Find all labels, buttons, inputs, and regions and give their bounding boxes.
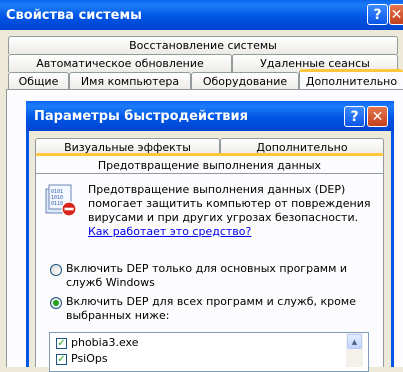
dialog-close-button[interactable]: ✕ xyxy=(367,106,388,127)
outer-window-title: Свойства системы xyxy=(6,7,142,23)
exception-label-phobia3[interactable]: phobia3.exe xyxy=(71,336,138,350)
radio-essential-only-label[interactable]: Включить DEP только для основных програм… xyxy=(66,262,366,290)
dep-shield-icon: 0101 1010 0110 xyxy=(44,183,78,217)
tab-hardware[interactable]: Оборудование xyxy=(191,72,299,90)
dep-help-link[interactable]: Как работает это средство? xyxy=(88,225,251,238)
dialog-title-bar: Параметры быстродействия xyxy=(26,101,394,131)
svg-text:0110: 0110 xyxy=(51,201,63,207)
exception-checkbox-psiops[interactable]: ✓ xyxy=(56,354,67,365)
exception-checkbox-phobia3[interactable]: ✓ xyxy=(56,338,67,349)
tab-automatic-updates[interactable]: Автоматическое обновление xyxy=(8,54,232,72)
outer-help-button[interactable]: ? xyxy=(367,4,388,25)
dep-description-text: Предотвращение выполнения данных (DEP) п… xyxy=(88,183,371,224)
scroll-up-button[interactable]: ▲ xyxy=(347,334,362,349)
radio-all-programs[interactable] xyxy=(50,297,62,309)
dep-description: Предотвращение выполнения данных (DEP) п… xyxy=(88,183,374,239)
radio-essential-only[interactable] xyxy=(50,264,62,276)
tab-advanced[interactable]: Дополнительно xyxy=(299,69,403,90)
outer-close-button[interactable]: ✕ xyxy=(389,4,403,25)
tab-system-restore[interactable]: Восстановление системы xyxy=(8,36,398,54)
tab-general[interactable]: Общие xyxy=(8,72,69,90)
tab-dep[interactable]: Предотвращение выполнения данных xyxy=(35,153,384,174)
exception-label-psiops[interactable]: PsiOps xyxy=(71,352,108,366)
dialog-title: Параметры быстродействия xyxy=(34,108,248,124)
dialog-help-button[interactable]: ? xyxy=(344,106,365,127)
tab-computer-name[interactable]: Имя компьютера xyxy=(69,72,191,90)
radio-all-programs-label[interactable]: Включить DEP для всех программ и служб, … xyxy=(66,295,366,323)
outer-title-bar: Свойства системы xyxy=(0,0,403,30)
